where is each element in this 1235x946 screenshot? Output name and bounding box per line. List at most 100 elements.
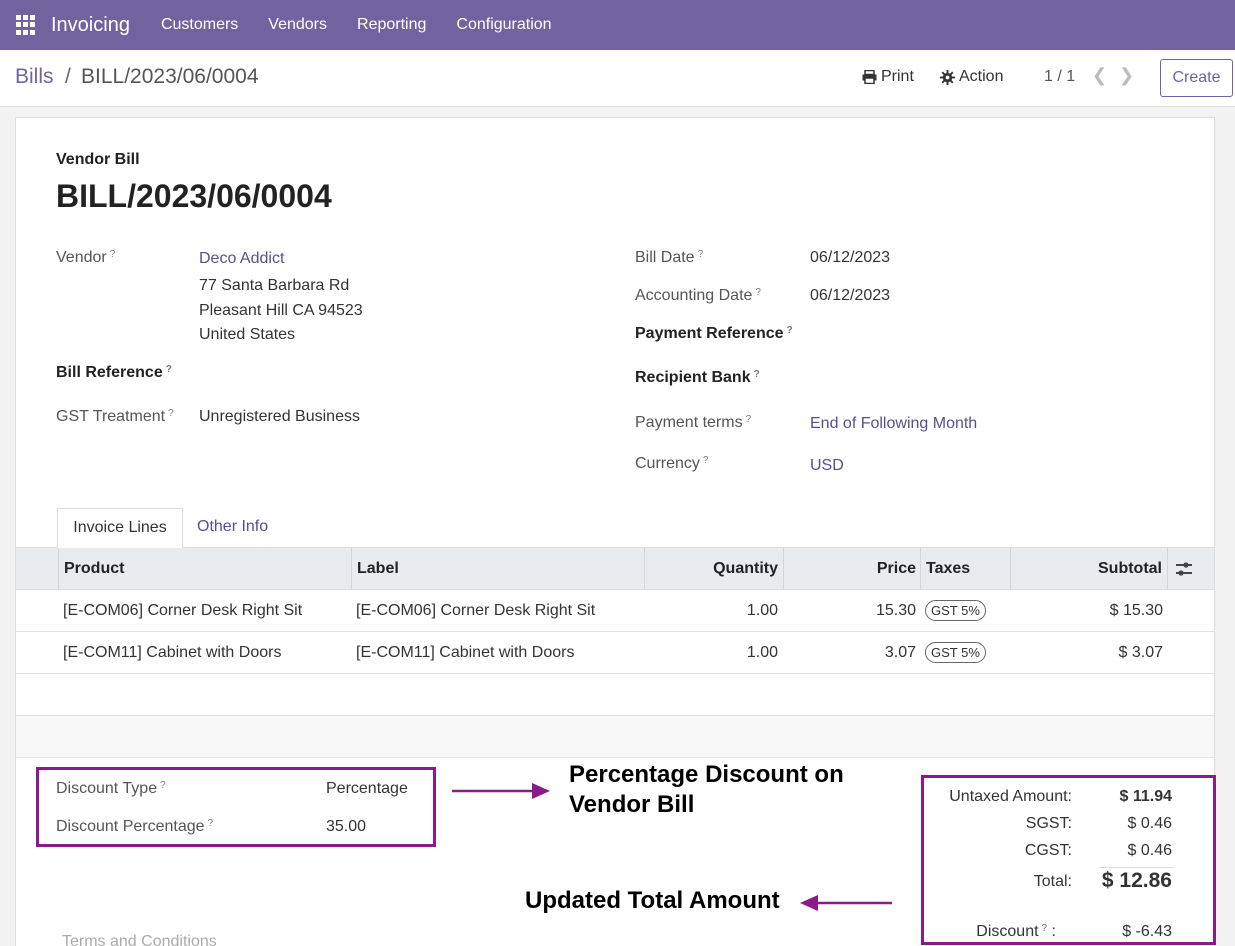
control-panel: Bills / BILL/2023/06/0004 Print Action 1… bbox=[0, 50, 1235, 107]
bill-date-field[interactable]: 06/12/2023 bbox=[810, 249, 890, 267]
table-row[interactable]: [E-COM11] Cabinet with Doors [E-COM11] C… bbox=[16, 632, 1214, 674]
pager-next-icon[interactable]: ❯ bbox=[1119, 65, 1134, 86]
discount-total-value: $ -6.43 bbox=[1122, 923, 1172, 940]
help-icon[interactable]: ? bbox=[166, 364, 172, 375]
create-button[interactable]: Create bbox=[1160, 59, 1233, 97]
help-icon[interactable]: ? bbox=[168, 408, 174, 419]
discount-percentage-field[interactable]: 35.00 bbox=[326, 818, 366, 836]
row-quantity: 1.00 bbox=[746, 644, 778, 661]
total-label: Total: bbox=[1033, 873, 1072, 890]
breadcrumb-separator: / bbox=[65, 65, 71, 88]
untaxed-amount-label: Untaxed Amount: bbox=[949, 788, 1072, 805]
help-icon[interactable]: ? bbox=[746, 414, 752, 425]
invoice-lines-header: Product Label Quantity Price Taxes Subto… bbox=[16, 548, 1214, 590]
help-icon[interactable]: ? bbox=[703, 455, 709, 466]
optional-columns-icon[interactable] bbox=[1176, 561, 1192, 577]
arrow-left-icon bbox=[800, 895, 892, 911]
payment-reference-label: Payment Reference? bbox=[635, 325, 793, 342]
vendor-address-line1: 77 Santa Barbara Rd bbox=[199, 277, 350, 294]
print-button[interactable]: Print bbox=[862, 68, 914, 86]
discount-type-field[interactable]: Percentage bbox=[326, 780, 408, 798]
empty-row bbox=[16, 716, 1214, 758]
breadcrumb-bills[interactable]: Bills bbox=[15, 65, 54, 89]
bill-date-label: Bill Date? bbox=[635, 249, 704, 266]
help-icon[interactable]: ? bbox=[160, 780, 166, 791]
payment-terms-link[interactable]: End of Following Month bbox=[810, 415, 977, 433]
help-icon[interactable]: ? bbox=[208, 818, 214, 829]
row-price: 15.30 bbox=[875, 602, 916, 619]
tax-badge: GST 5% bbox=[925, 600, 986, 621]
discount-type-label: Discount Type? bbox=[56, 780, 166, 797]
cgst-label: CGST: bbox=[1024, 842, 1072, 859]
row-subtotal: $ 3.07 bbox=[1118, 644, 1163, 661]
help-icon[interactable]: ? bbox=[787, 325, 793, 336]
totals-divider bbox=[1099, 867, 1174, 868]
menu-customers[interactable]: Customers bbox=[161, 16, 238, 34]
untaxed-amount-value: $ 11.94 bbox=[1119, 788, 1173, 805]
tax-badge: GST 5% bbox=[925, 642, 986, 663]
accounting-date-field[interactable]: 06/12/2023 bbox=[810, 287, 890, 305]
terms-conditions-field[interactable]: Terms and Conditions bbox=[62, 933, 217, 946]
column-quantity[interactable]: Quantity bbox=[713, 560, 778, 578]
bill-reference-label: Bill Reference? bbox=[56, 364, 172, 381]
row-product: [E-COM06] Corner Desk Right Sit bbox=[63, 602, 303, 619]
row-price: 3.07 bbox=[884, 644, 916, 661]
vendor-address-line2: Pleasant Hill CA 94523 bbox=[199, 302, 363, 319]
annotation-discount-line1: Percentage Discount on bbox=[569, 761, 844, 788]
sgst-label: SGST: bbox=[1025, 815, 1072, 832]
help-icon[interactable]: ? bbox=[754, 369, 760, 380]
tab-other-info[interactable]: Other Info bbox=[197, 518, 268, 536]
action-button[interactable]: Action bbox=[940, 68, 1003, 86]
vendor-address-line3: United States bbox=[199, 326, 296, 343]
gear-icon bbox=[940, 69, 955, 85]
printer-icon bbox=[862, 70, 877, 84]
pager-value[interactable]: 1 / 1 bbox=[1044, 68, 1075, 86]
recipient-bank-label: Recipient Bank? bbox=[635, 369, 760, 386]
menu-reporting[interactable]: Reporting bbox=[357, 16, 426, 34]
cgst-value: $ 0.46 bbox=[1127, 842, 1172, 859]
menu-configuration[interactable]: Configuration bbox=[456, 16, 551, 34]
gst-treatment-field[interactable]: Unregistered Business bbox=[199, 408, 360, 426]
discount-percentage-label: Discount Percentage? bbox=[56, 818, 214, 835]
arrow-right-icon bbox=[452, 783, 550, 799]
total-value: $ 12.86 bbox=[1101, 869, 1172, 892]
annotation-total: Updated Total Amount bbox=[525, 887, 780, 914]
row-subtotal: $ 15.30 bbox=[1109, 602, 1163, 619]
pager-previous-icon[interactable]: ❮ bbox=[1092, 65, 1107, 86]
column-subtotal[interactable]: Subtotal bbox=[1098, 560, 1162, 578]
menu-vendors[interactable]: Vendors bbox=[268, 16, 327, 34]
gst-treatment-label: GST Treatment? bbox=[56, 408, 174, 425]
annotation-discount-line2: Vendor Bill bbox=[569, 791, 695, 818]
accounting-date-label: Accounting Date? bbox=[635, 287, 761, 304]
column-product[interactable]: Product bbox=[64, 560, 124, 578]
column-price[interactable]: Price bbox=[877, 560, 916, 578]
row-label: [E-COM11] Cabinet with Doors bbox=[356, 644, 575, 661]
top-navbar: Invoicing Customers Vendors Reporting Co… bbox=[0, 0, 1235, 50]
currency-label: Currency? bbox=[635, 455, 709, 472]
row-label: [E-COM06] Corner Desk Right Sit bbox=[356, 602, 596, 619]
currency-link[interactable]: USD bbox=[810, 457, 844, 475]
apps-menu-icon[interactable] bbox=[16, 15, 36, 35]
table-row[interactable]: [E-COM06] Corner Desk Right Sit [E-COM06… bbox=[16, 590, 1214, 632]
help-icon[interactable]: ? bbox=[110, 249, 116, 260]
row-quantity: 1.00 bbox=[746, 602, 778, 619]
sgst-value: $ 0.46 bbox=[1127, 815, 1172, 832]
column-taxes[interactable]: Taxes bbox=[926, 560, 970, 578]
empty-row bbox=[16, 674, 1214, 716]
help-icon[interactable]: ? bbox=[1042, 923, 1048, 934]
app-name[interactable]: Invoicing bbox=[51, 14, 130, 37]
vendor-label: Vendor? bbox=[56, 249, 116, 266]
payment-terms-label: Payment terms? bbox=[635, 414, 752, 431]
tab-invoice-lines[interactable]: Invoice Lines bbox=[57, 508, 183, 548]
vendor-name-link[interactable]: Deco Addict bbox=[199, 250, 284, 268]
breadcrumb-current: BILL/2023/06/0004 bbox=[81, 65, 259, 88]
help-icon[interactable]: ? bbox=[698, 249, 704, 260]
column-label[interactable]: Label bbox=[357, 560, 399, 578]
action-label: Action bbox=[959, 68, 1004, 85]
form-sheet: Vendor Bill BILL/2023/06/0004 Vendor? De… bbox=[15, 117, 1216, 946]
help-icon[interactable]: ? bbox=[755, 287, 761, 298]
document-type: Vendor Bill bbox=[56, 151, 140, 168]
row-product: [E-COM11] Cabinet with Doors bbox=[63, 644, 282, 661]
discount-total-label: Discount? : bbox=[976, 923, 1056, 940]
document-title: BILL/2023/06/0004 bbox=[56, 178, 332, 214]
